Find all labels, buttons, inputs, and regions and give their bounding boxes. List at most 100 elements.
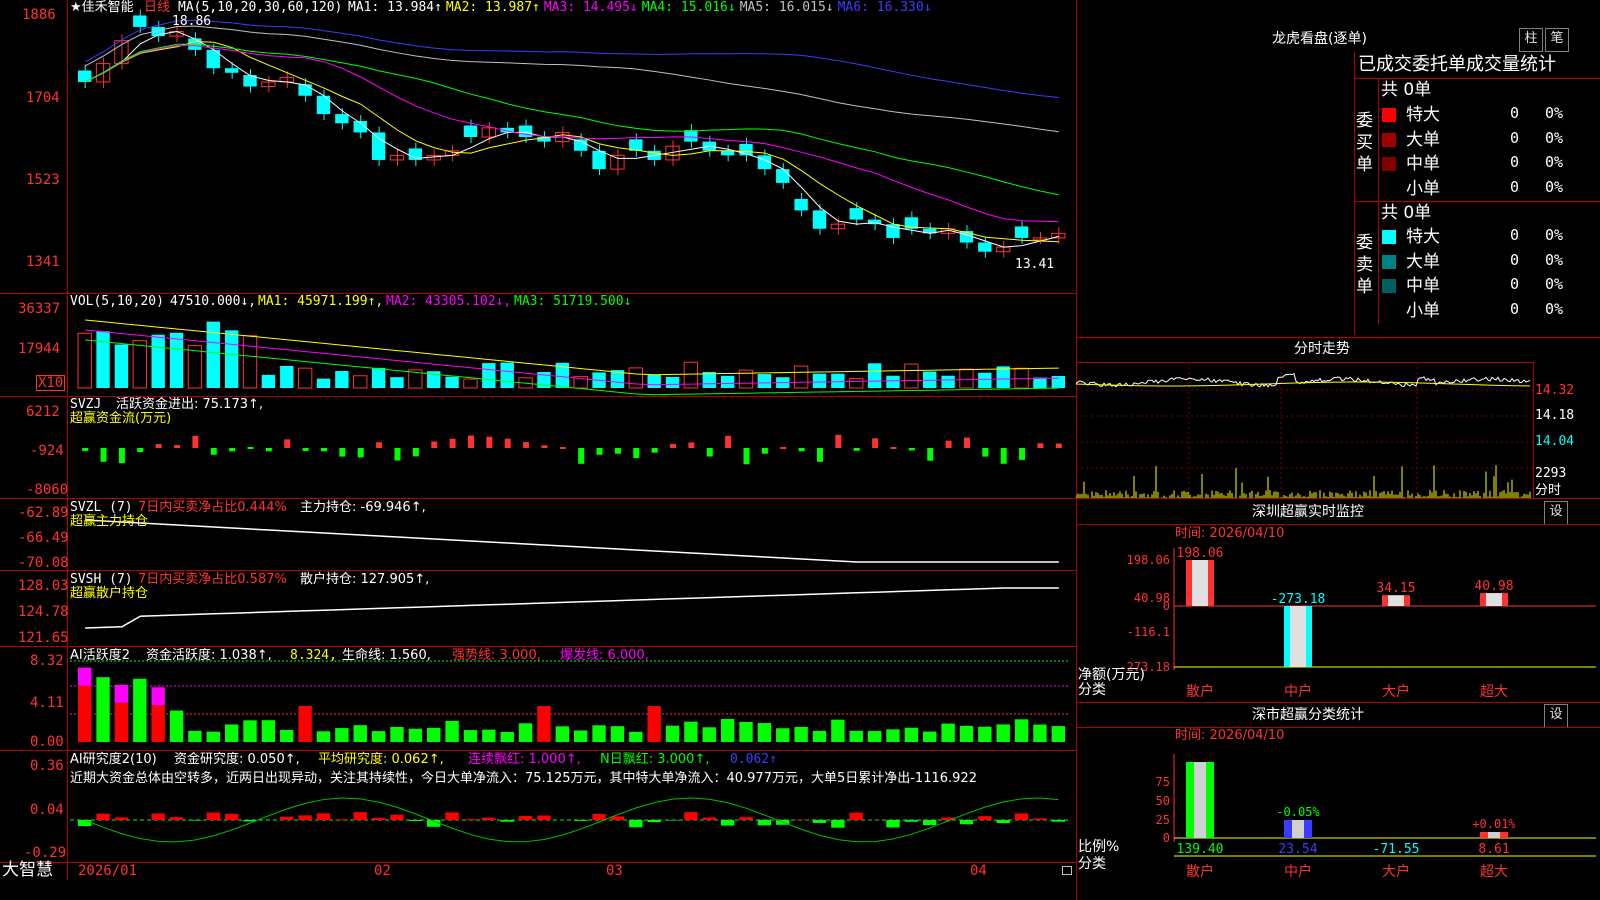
class-value: -71.55 xyxy=(1373,842,1420,857)
class-axis-label: 0 xyxy=(1163,831,1170,845)
sz-monitor-settings-button[interactable]: 设 xyxy=(1544,501,1568,525)
candle-body xyxy=(335,114,349,124)
volume-bar xyxy=(1014,367,1029,389)
research-bar xyxy=(757,820,772,826)
research-bar xyxy=(996,820,1010,824)
class-bar-highlight xyxy=(1488,832,1500,838)
activity-bar xyxy=(702,727,716,742)
candle-body xyxy=(684,130,698,142)
activity-bar xyxy=(408,728,423,742)
order-pct: 0% xyxy=(1545,104,1564,122)
tick-mode-button[interactable]: 笔 xyxy=(1545,28,1569,52)
main-chart-area[interactable] xyxy=(0,0,1076,880)
flow-bar xyxy=(229,448,236,452)
candle-body xyxy=(463,125,478,138)
longhu-title: 龙虎看盘(逐单) xyxy=(1272,31,1367,47)
volume-bar xyxy=(297,367,313,389)
research-bar xyxy=(280,816,294,820)
monitor-value: 34.15 xyxy=(1376,581,1415,596)
intraday-chart[interactable] xyxy=(1076,362,1534,498)
candle-body xyxy=(978,242,992,252)
divider xyxy=(1076,702,1600,703)
buy-total: 共 0单 xyxy=(1381,80,1432,100)
order-count: 0 xyxy=(1510,153,1520,171)
flow-bar xyxy=(339,448,346,457)
ma-legend-item: MA3: 14.495↓ xyxy=(543,0,638,15)
divider xyxy=(1076,498,1600,499)
monitor-axis-label: -116.1 xyxy=(1127,625,1170,639)
order-size-name: 特大 xyxy=(1406,227,1440,247)
research-bar xyxy=(812,820,827,823)
candle-body xyxy=(1014,226,1029,238)
research-bar xyxy=(298,815,312,820)
monitor-category: 超大 xyxy=(1480,684,1508,700)
candle-body xyxy=(298,84,312,96)
research-bar xyxy=(96,813,110,820)
research-bar xyxy=(1014,813,1029,820)
volume-bar xyxy=(169,332,184,388)
holding-line xyxy=(85,519,1059,563)
svsh-text: 7日内买卖净占比0.587% xyxy=(138,572,287,587)
period-label[interactable]: 日线 xyxy=(144,0,170,15)
flow-bar xyxy=(523,442,530,448)
ai-research-axis-label: 0.04 xyxy=(30,802,64,818)
flow-bar xyxy=(449,438,456,448)
vol-value: 47510.000↓, xyxy=(170,294,257,309)
flow-bar xyxy=(431,441,438,448)
monitor-bar-highlight xyxy=(1388,595,1404,606)
volume-bar xyxy=(812,373,827,388)
flow-bar xyxy=(467,435,474,448)
candle-body xyxy=(794,198,808,211)
divider xyxy=(1354,201,1600,202)
research-bar xyxy=(151,813,165,820)
research-bar xyxy=(592,813,606,820)
research-bar xyxy=(114,817,129,820)
price-axis-label: 1886 xyxy=(22,7,56,23)
research-bar xyxy=(886,820,900,828)
activity-bar xyxy=(574,730,588,742)
lock-icon[interactable] xyxy=(1062,866,1072,875)
activity-bar xyxy=(243,720,257,742)
volume-bar xyxy=(445,376,459,388)
flow-bar xyxy=(651,448,658,453)
order-count: 0 xyxy=(1510,275,1520,293)
sz-class-title: 深市超赢分类统计 xyxy=(1252,707,1364,723)
flow-bar xyxy=(1055,443,1062,448)
flow-bar xyxy=(817,448,823,462)
svzl-axis-label: -70.08 xyxy=(18,555,69,571)
volume-bar xyxy=(96,331,110,388)
volume-bar xyxy=(996,366,1010,388)
candle-body xyxy=(812,210,827,229)
research-bar xyxy=(390,814,404,820)
svsh-axis-label: 121.65 xyxy=(18,630,69,646)
order-pct: 0% xyxy=(1545,153,1564,171)
activity-bar xyxy=(518,723,533,742)
activity-bar xyxy=(316,731,331,742)
flow-bar xyxy=(82,448,89,451)
volume-bar xyxy=(867,363,882,388)
volume-bar xyxy=(280,365,294,388)
research-bar xyxy=(1051,820,1065,822)
sz-class-settings-button[interactable]: 设 xyxy=(1544,704,1568,728)
bar-mode-button[interactable]: 柱 xyxy=(1519,28,1543,52)
ai-research-axis-label: -0.29 xyxy=(24,845,67,861)
activity-bar xyxy=(224,724,239,742)
volume-bar xyxy=(371,367,386,388)
intraday-axis-label: 14.04 xyxy=(1535,434,1575,449)
research-bar xyxy=(316,813,331,820)
order-size-name: 中单 xyxy=(1406,276,1440,296)
volume-bar xyxy=(463,378,478,389)
activity-bar xyxy=(867,731,882,742)
vol-unit: X10 xyxy=(36,375,66,391)
activity-bar xyxy=(445,720,459,742)
class-axis-label: 75 xyxy=(1156,775,1170,789)
ma-legend-item: MA2: 13.987↑ xyxy=(445,0,540,15)
volume-bar xyxy=(665,376,680,388)
svzj-subtitle: 超赢资金流(万元) xyxy=(70,411,172,426)
candle-body xyxy=(224,68,239,73)
activity-bar xyxy=(757,723,772,742)
flow-bar xyxy=(853,448,860,451)
activity-bar xyxy=(537,706,551,742)
ai-active-text: 爆发线: 6.000, xyxy=(560,648,649,663)
volume-bar xyxy=(628,367,643,389)
